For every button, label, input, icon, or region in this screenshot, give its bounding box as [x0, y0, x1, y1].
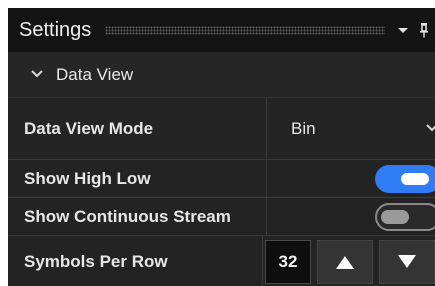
- setting-label: Show High Low: [24, 168, 151, 188]
- symbols-per-row-input[interactable]: 32: [265, 239, 311, 284]
- show-continuous-stream-cell: [266, 198, 435, 235]
- titlebar-actions: [397, 22, 435, 38]
- show-high-low-cell: [266, 160, 435, 197]
- data-view-mode-select[interactable]: Bin: [266, 98, 435, 159]
- toggle-knob: [381, 209, 409, 224]
- chevron-down-icon: [30, 66, 44, 84]
- section-header-data-view[interactable]: Data View: [8, 52, 435, 98]
- select-value: Bin: [291, 118, 316, 138]
- dropdown-arrow-icon[interactable]: [397, 25, 409, 35]
- settings-list: Data View Mode Bin Show High Low Show Co…: [8, 98, 435, 286]
- symbols-per-row-cell: 32: [262, 236, 435, 286]
- panel-title: Settings: [19, 18, 92, 41]
- setting-row-symbols-per-row: Symbols Per Row 32: [8, 236, 435, 286]
- triangle-up-icon: [336, 255, 354, 269]
- increment-button[interactable]: [317, 239, 373, 284]
- setting-row-show-continuous-stream: Show Continuous Stream: [8, 198, 435, 236]
- settings-panel: Settings Data View Data View Mode Bin Sh…: [8, 8, 435, 286]
- drag-grip[interactable]: [105, 25, 385, 35]
- toggle-knob: [401, 172, 429, 185]
- setting-label: Symbols Per Row: [24, 251, 168, 271]
- setting-row-data-view-mode: Data View Mode Bin: [8, 98, 435, 160]
- setting-label: Show Continuous Stream: [24, 206, 231, 226]
- show-continuous-stream-toggle[interactable]: [375, 202, 435, 231]
- setting-label: Data View Mode: [24, 118, 154, 138]
- show-high-low-toggle[interactable]: [375, 164, 435, 193]
- section-label: Data View: [56, 64, 134, 84]
- chevron-down-icon: [425, 120, 435, 138]
- setting-row-show-high-low: Show High Low: [8, 160, 435, 198]
- panel-titlebar[interactable]: Settings: [8, 8, 435, 52]
- pin-icon[interactable]: [419, 22, 429, 38]
- decrement-button[interactable]: [379, 239, 435, 284]
- symbols-per-row-stepper: 32: [261, 236, 435, 286]
- triangle-down-icon: [398, 254, 416, 268]
